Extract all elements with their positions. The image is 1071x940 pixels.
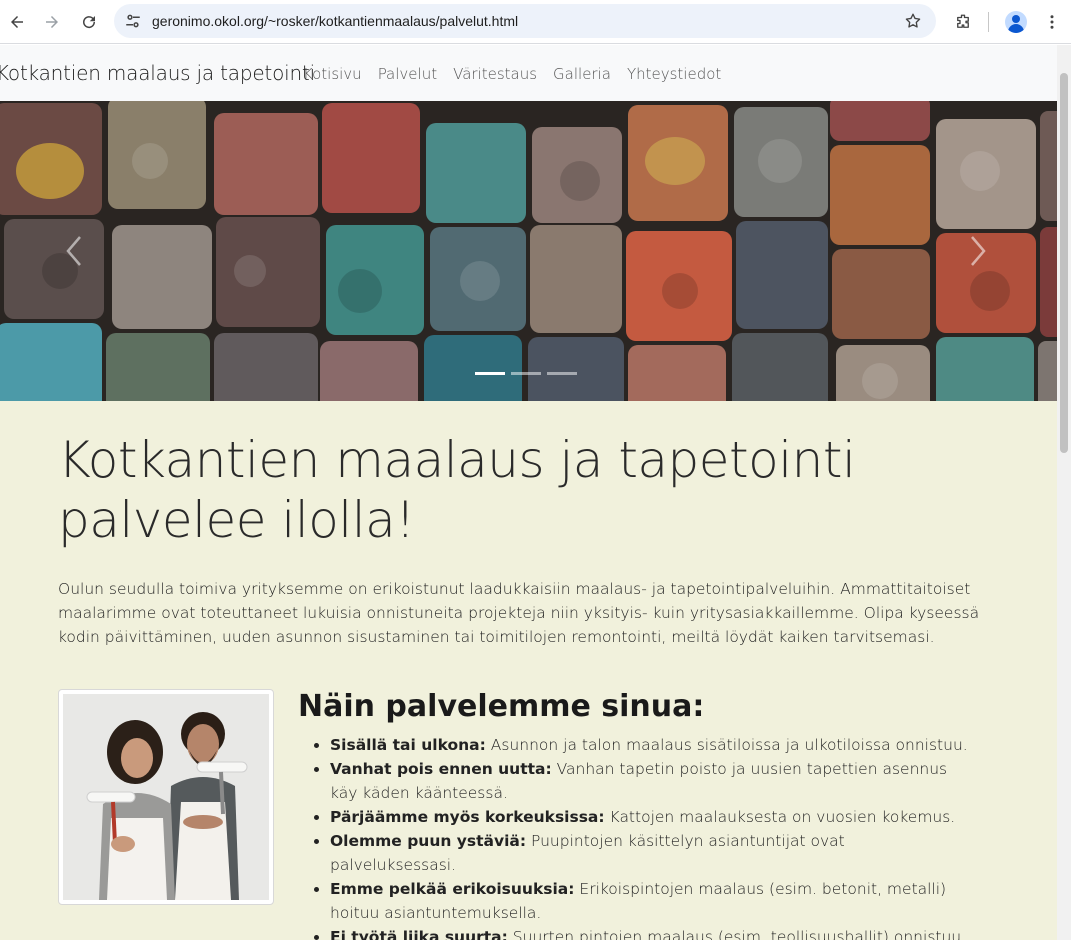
carousel-indicator-1[interactable] — [475, 372, 505, 375]
site-brand[interactable]: Kotkantien maalaus ja tapetointi — [0, 61, 315, 85]
service-text: Suurten pintojen maalaus (esim. teollisu… — [512, 928, 967, 940]
url-text[interactable]: geronimo.okol.org/~rosker/kotkantienmaal… — [152, 13, 518, 29]
nav-link-palvelut[interactable]: Palvelut — [378, 65, 437, 83]
services-list: Sisällä tai ulkona: Asunnon ja talon maa… — [330, 733, 970, 940]
list-item: Pärjäämme myös korkeuksissa: Kattojen ma… — [330, 805, 970, 829]
browser-toolbar: geronimo.okol.org/~rosker/kotkantienmaal… — [0, 0, 1071, 44]
extensions-icon[interactable] — [949, 8, 977, 36]
list-item: Vanhat pois ennen uutta: Vanhan tapetin … — [330, 757, 970, 805]
page-scrollbar[interactable] — [1057, 45, 1071, 940]
service-label: Olemme puun ystäviä: — [330, 832, 527, 850]
service-text: Asunnon ja talon maalaus sisätiloissa ja… — [490, 736, 968, 754]
list-item: Olemme puun ystäviä: Puupintojen käsitte… — [330, 829, 970, 877]
service-label: Sisällä tai ulkona: — [330, 736, 486, 754]
nav-links: Kotisivu Palvelut Väritestaus Galleria Y… — [303, 65, 721, 83]
carousel-indicator-2[interactable] — [511, 372, 541, 375]
nav-link-galleria[interactable]: Galleria — [553, 65, 611, 83]
address-bar[interactable]: geronimo.okol.org/~rosker/kotkantienmaal… — [114, 4, 936, 38]
list-item: Sisällä tai ulkona: Asunnon ja talon maa… — [330, 733, 970, 757]
service-text: Kattojen maalauksesta on vuosien kokemus… — [609, 808, 956, 826]
forward-icon[interactable] — [38, 8, 66, 36]
image-carousel — [0, 101, 1057, 401]
painters-photo — [58, 689, 274, 905]
service-label: Ei työtä liika suurta: — [330, 928, 508, 940]
carousel-indicators — [475, 372, 577, 375]
page-viewport: Kotkantien maalaus ja tapetointi Kotisiv… — [0, 45, 1057, 940]
site-info-icon[interactable] — [124, 12, 142, 30]
nav-link-kotisivu[interactable]: Kotisivu — [303, 65, 362, 83]
carousel-indicator-3[interactable] — [547, 372, 577, 375]
profile-avatar[interactable] — [1005, 11, 1027, 33]
service-label: Pärjäämme myös korkeuksissa: — [330, 808, 605, 826]
painters-illustration — [63, 694, 269, 900]
services-heading: Näin palvelemme sinua: — [298, 689, 705, 724]
intro-paragraph: Oulun seudulla toimiva yrityksemme on er… — [58, 580, 980, 646]
site-navbar: Kotkantien maalaus ja tapetointi Kotisiv… — [0, 45, 1057, 101]
list-item: Emme pelkää erikoisuuksia: Erikoispintoj… — [330, 877, 970, 925]
nav-link-yhteystiedot[interactable]: Yhteystiedot — [627, 65, 721, 83]
more-menu-icon[interactable] — [1038, 8, 1066, 36]
service-label: Emme pelkää erikoisuuksia: — [330, 880, 575, 898]
back-icon[interactable] — [3, 8, 31, 36]
scrollbar-thumb[interactable] — [1060, 73, 1068, 453]
bookmark-star-icon[interactable] — [904, 12, 922, 30]
carousel-next-icon[interactable] — [962, 231, 992, 271]
toolbar-divider — [988, 12, 989, 32]
carousel-prev-icon[interactable] — [60, 231, 90, 271]
service-label: Vanhat pois ennen uutta: — [330, 760, 552, 778]
nav-link-varitestaus[interactable]: Väritestaus — [453, 65, 537, 83]
colored-stones-image — [0, 101, 1057, 401]
list-item: Ei työtä liika suurta: Suurten pintojen … — [330, 925, 970, 940]
reload-icon[interactable] — [75, 8, 103, 36]
page-title: Kotkantien maalaus ja tapetointi palvele… — [58, 431, 856, 549]
